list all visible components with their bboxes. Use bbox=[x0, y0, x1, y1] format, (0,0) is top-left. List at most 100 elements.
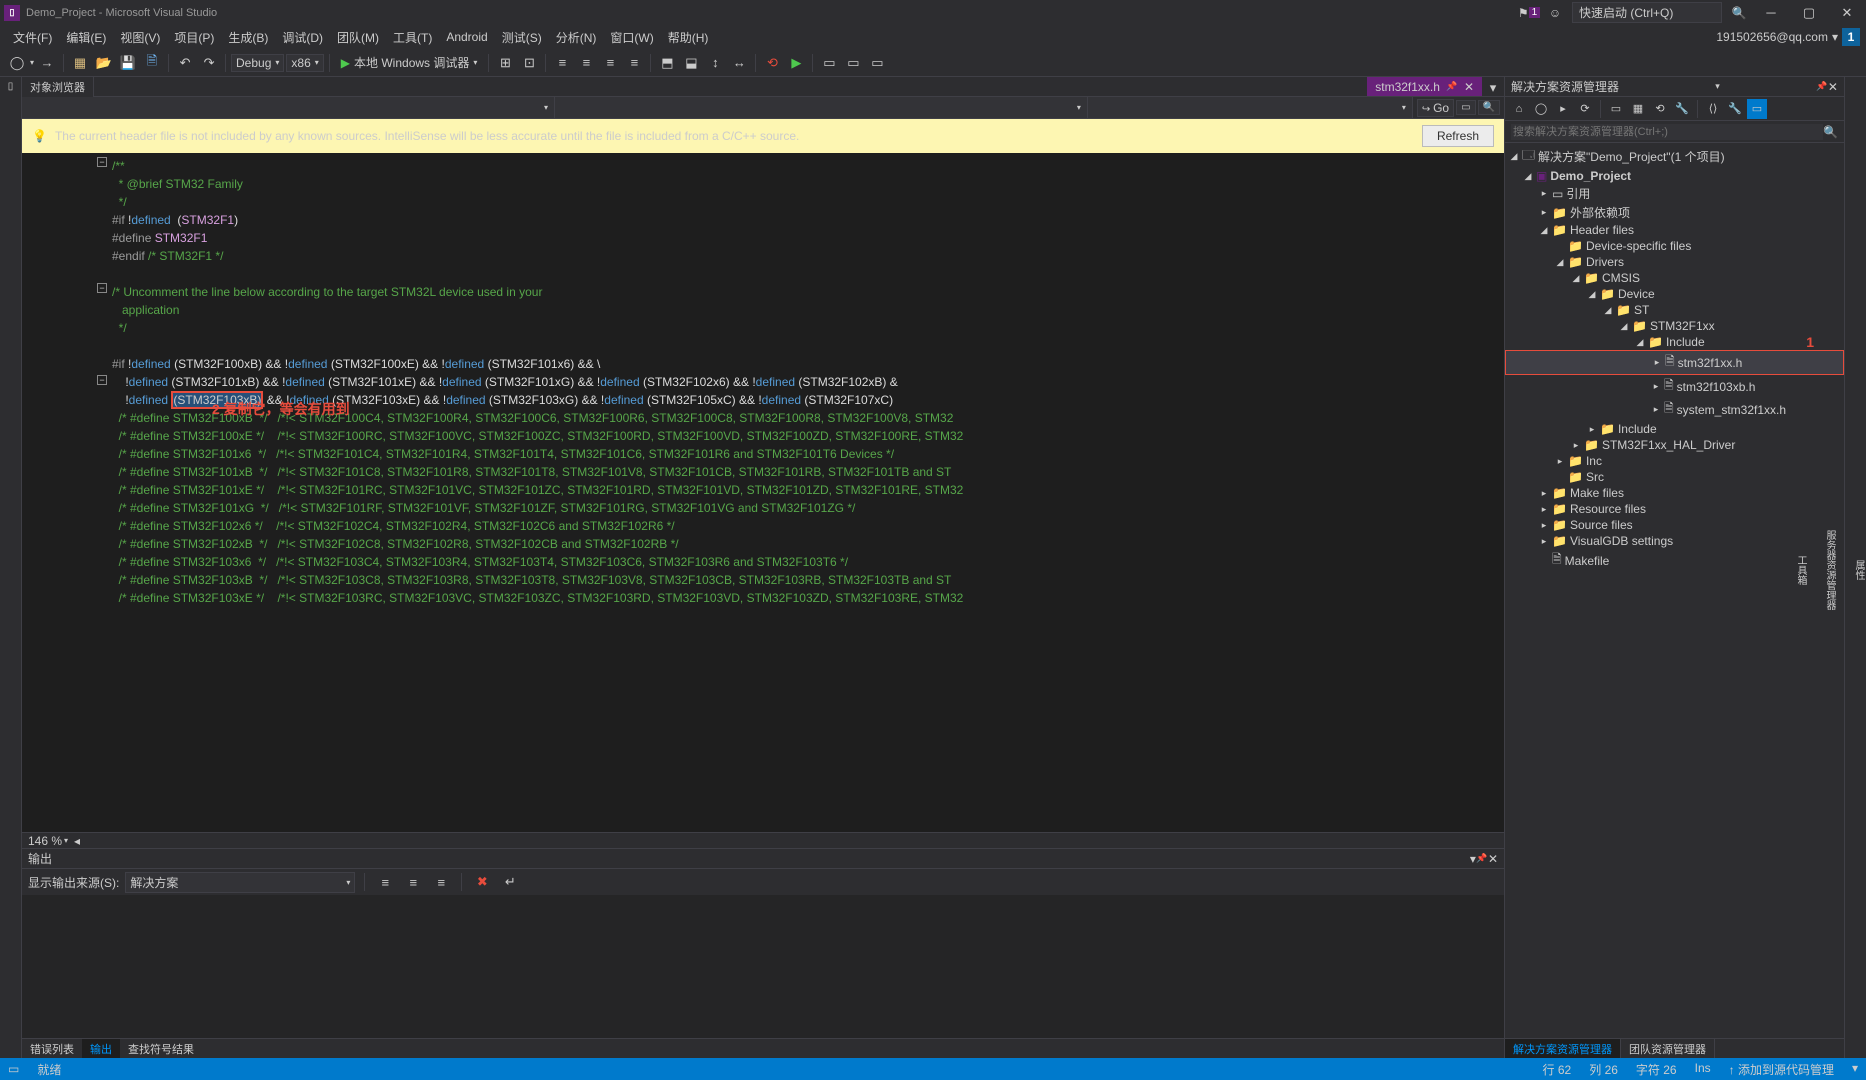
menu-edit[interactable]: 编辑(E) bbox=[59, 27, 113, 48]
tree-src[interactable]: 📁Src bbox=[1505, 469, 1844, 485]
tree-drivers[interactable]: ◢📁Drivers bbox=[1505, 254, 1844, 270]
tab-team-explorer[interactable]: 团队资源管理器 bbox=[1621, 1039, 1715, 1058]
zoom-level[interactable]: 146 % bbox=[28, 834, 62, 848]
tree-ext[interactable]: ▸📁外部依赖项 bbox=[1505, 203, 1844, 222]
tree-include[interactable]: ◢📁Include1 bbox=[1505, 334, 1844, 350]
tree-dsf[interactable]: 📁Device-specific files bbox=[1505, 238, 1844, 254]
menu-tools[interactable]: 工具(T) bbox=[386, 27, 439, 48]
go-opt-2[interactable]: 🔍 bbox=[1478, 100, 1500, 115]
type-combo[interactable]: ▾ bbox=[555, 97, 1088, 118]
pin-icon[interactable]: 📌 bbox=[1476, 853, 1488, 865]
tree-solution[interactable]: ◢🗔解决方案"Demo_Project"(1 个项目) bbox=[1505, 145, 1844, 168]
menu-view[interactable]: 视图(V) bbox=[113, 27, 167, 48]
refresh-button[interactable]: Refresh bbox=[1422, 125, 1494, 147]
sln-props-button[interactable]: 🔧 bbox=[1672, 99, 1692, 119]
tb-icon-g[interactable]: ▭ bbox=[818, 52, 840, 74]
close-button[interactable]: ✕ bbox=[1832, 2, 1862, 24]
indent-left-button[interactable]: ≡ bbox=[551, 52, 573, 74]
scope-combo[interactable]: ▾ bbox=[22, 97, 555, 118]
tb-icon-e[interactable]: ⟲ bbox=[761, 52, 783, 74]
collapsed-tab-server[interactable]: 服务器资源管理器 bbox=[1822, 530, 1837, 610]
out-btn-2[interactable]: ≡ bbox=[402, 871, 424, 893]
collapsed-tab-toolbox[interactable]: 工具箱 bbox=[1793, 555, 1808, 585]
tb-icon-h[interactable]: ▭ bbox=[842, 52, 864, 74]
tree-cmsis[interactable]: ◢📁CMSIS bbox=[1505, 270, 1844, 286]
tab-solution-explorer[interactable]: 解决方案资源管理器 bbox=[1505, 1039, 1621, 1058]
tree-inc[interactable]: ▸📁Inc bbox=[1505, 453, 1844, 469]
sln-back-button[interactable]: ◯ bbox=[1531, 99, 1551, 119]
sln-collapse-button[interactable]: ▭ bbox=[1606, 99, 1626, 119]
save-all-button[interactable]: 🗎 bbox=[141, 52, 163, 74]
pin-icon[interactable]: 📌 bbox=[1816, 81, 1828, 93]
close-panel-icon[interactable]: ✕ bbox=[1488, 852, 1498, 866]
close-tab-icon[interactable]: ✕ bbox=[1464, 80, 1474, 94]
menu-file[interactable]: 文件(F) bbox=[6, 27, 59, 48]
nav-fwd-button[interactable]: → bbox=[36, 52, 58, 74]
solution-tree[interactable]: ◢🗔解决方案"Demo_Project"(1 个项目) ◢▣Demo_Proje… bbox=[1505, 143, 1844, 1038]
tb-icon-2[interactable]: ⊡ bbox=[518, 52, 540, 74]
tree-srcf[interactable]: ▸📁Source files bbox=[1505, 517, 1844, 533]
start-debug-button[interactable]: ▶本地 Windows 调试器 ▾ bbox=[335, 52, 484, 73]
tree-st[interactable]: ◢📁ST bbox=[1505, 302, 1844, 318]
maximize-button[interactable]: ▢ bbox=[1794, 2, 1824, 24]
menu-android[interactable]: Android bbox=[439, 28, 494, 46]
undo-button[interactable]: ↶ bbox=[174, 52, 196, 74]
code-editor[interactable]: /** * @brief STM32 Family */ #if !define… bbox=[22, 153, 1504, 832]
go-opt-1[interactable]: ▭ bbox=[1456, 100, 1475, 115]
sln-fwd-button[interactable]: ▸ bbox=[1553, 99, 1573, 119]
new-project-button[interactable]: ▦ bbox=[69, 52, 91, 74]
menu-test[interactable]: 测试(S) bbox=[495, 27, 549, 48]
quick-launch-input[interactable]: 快速启动 (Ctrl+Q) bbox=[1572, 2, 1722, 23]
uncomment-button[interactable]: ≡ bbox=[623, 52, 645, 74]
tb-icon-1[interactable]: ⊞ bbox=[494, 52, 516, 74]
fold-icon[interactable]: − bbox=[97, 157, 107, 167]
search-icon[interactable]: 🔍 bbox=[1823, 125, 1838, 139]
user-email[interactable]: 191502656@qq.com bbox=[1716, 30, 1828, 44]
tb-icon-c[interactable]: ↕ bbox=[704, 52, 726, 74]
platform-combo[interactable]: x86▾ bbox=[286, 54, 323, 72]
sln-home-button[interactable]: ⌂ bbox=[1509, 99, 1529, 119]
solution-search-input[interactable] bbox=[1511, 124, 1823, 140]
menu-debug[interactable]: 调试(D) bbox=[275, 27, 330, 48]
comment-button[interactable]: ≡ bbox=[599, 52, 621, 74]
user-badge[interactable]: 1 bbox=[1842, 28, 1860, 46]
fold-icon[interactable]: − bbox=[97, 375, 107, 385]
tree-stm32[interactable]: ◢📁STM32F1xx bbox=[1505, 318, 1844, 334]
status-source-control[interactable]: ↑ 添加到源代码管理 bbox=[1729, 1061, 1834, 1078]
tree-file-stm32f103xb[interactable]: ▸🗎stm32f103xb.h bbox=[1505, 375, 1844, 398]
flag-icon[interactable]: ⚑1 bbox=[1520, 4, 1538, 22]
tree-device[interactable]: ◢📁Device bbox=[1505, 286, 1844, 302]
out-btn-1[interactable]: ≡ bbox=[374, 871, 396, 893]
open-button[interactable]: 📂 bbox=[93, 52, 115, 74]
fold-icon[interactable]: − bbox=[97, 283, 107, 293]
menu-build[interactable]: 生成(B) bbox=[221, 27, 275, 48]
sln-refresh-button[interactable]: ⟲ bbox=[1650, 99, 1670, 119]
menu-help[interactable]: 帮助(H) bbox=[661, 27, 716, 48]
collapsed-tab-properties[interactable]: 属性 bbox=[1851, 560, 1866, 580]
tree-file-system[interactable]: ▸🗎system_stm32f1xx.h bbox=[1505, 398, 1844, 421]
search-icon[interactable]: 🔍 bbox=[1730, 4, 1748, 22]
menu-analyze[interactable]: 分析(N) bbox=[549, 27, 604, 48]
redo-button[interactable]: ↷ bbox=[198, 52, 220, 74]
sln-tool-button[interactable]: 🔧 bbox=[1725, 99, 1745, 119]
tree-project[interactable]: ◢▣Demo_Project bbox=[1505, 168, 1844, 184]
out-btn-clear[interactable]: ✖ bbox=[471, 871, 493, 893]
tb-icon-f[interactable]: ▶ bbox=[785, 52, 807, 74]
output-source-combo[interactable]: 解决方案▾ bbox=[125, 872, 355, 893]
tab-overflow-button[interactable]: ▾ bbox=[1482, 77, 1504, 99]
tree-include2[interactable]: ▸📁Include bbox=[1505, 421, 1844, 437]
tree-headers[interactable]: ◢📁Header files bbox=[1505, 222, 1844, 238]
indent-right-button[interactable]: ≡ bbox=[575, 52, 597, 74]
tb-icon-b[interactable]: ⬓ bbox=[680, 52, 702, 74]
sln-preview-button[interactable]: ⟨⟩ bbox=[1703, 99, 1723, 119]
tab-findsymbol[interactable]: 查找符号结果 bbox=[120, 1039, 202, 1058]
out-btn-wrap[interactable]: ↵ bbox=[499, 871, 521, 893]
file-tab[interactable]: stm32f1xx.h 📌 ✕ bbox=[1367, 77, 1482, 96]
sln-sync-button[interactable]: ⟳ bbox=[1575, 99, 1595, 119]
minimize-button[interactable]: ─ bbox=[1756, 2, 1786, 24]
tree-file-stm32f1xx[interactable]: ▸🗎stm32f1xx.h bbox=[1505, 350, 1844, 375]
menu-project[interactable]: 项目(P) bbox=[167, 27, 221, 48]
tab-output[interactable]: 输出 bbox=[82, 1039, 120, 1058]
tree-res[interactable]: ▸📁Resource files bbox=[1505, 501, 1844, 517]
config-combo[interactable]: Debug▾ bbox=[231, 54, 284, 72]
